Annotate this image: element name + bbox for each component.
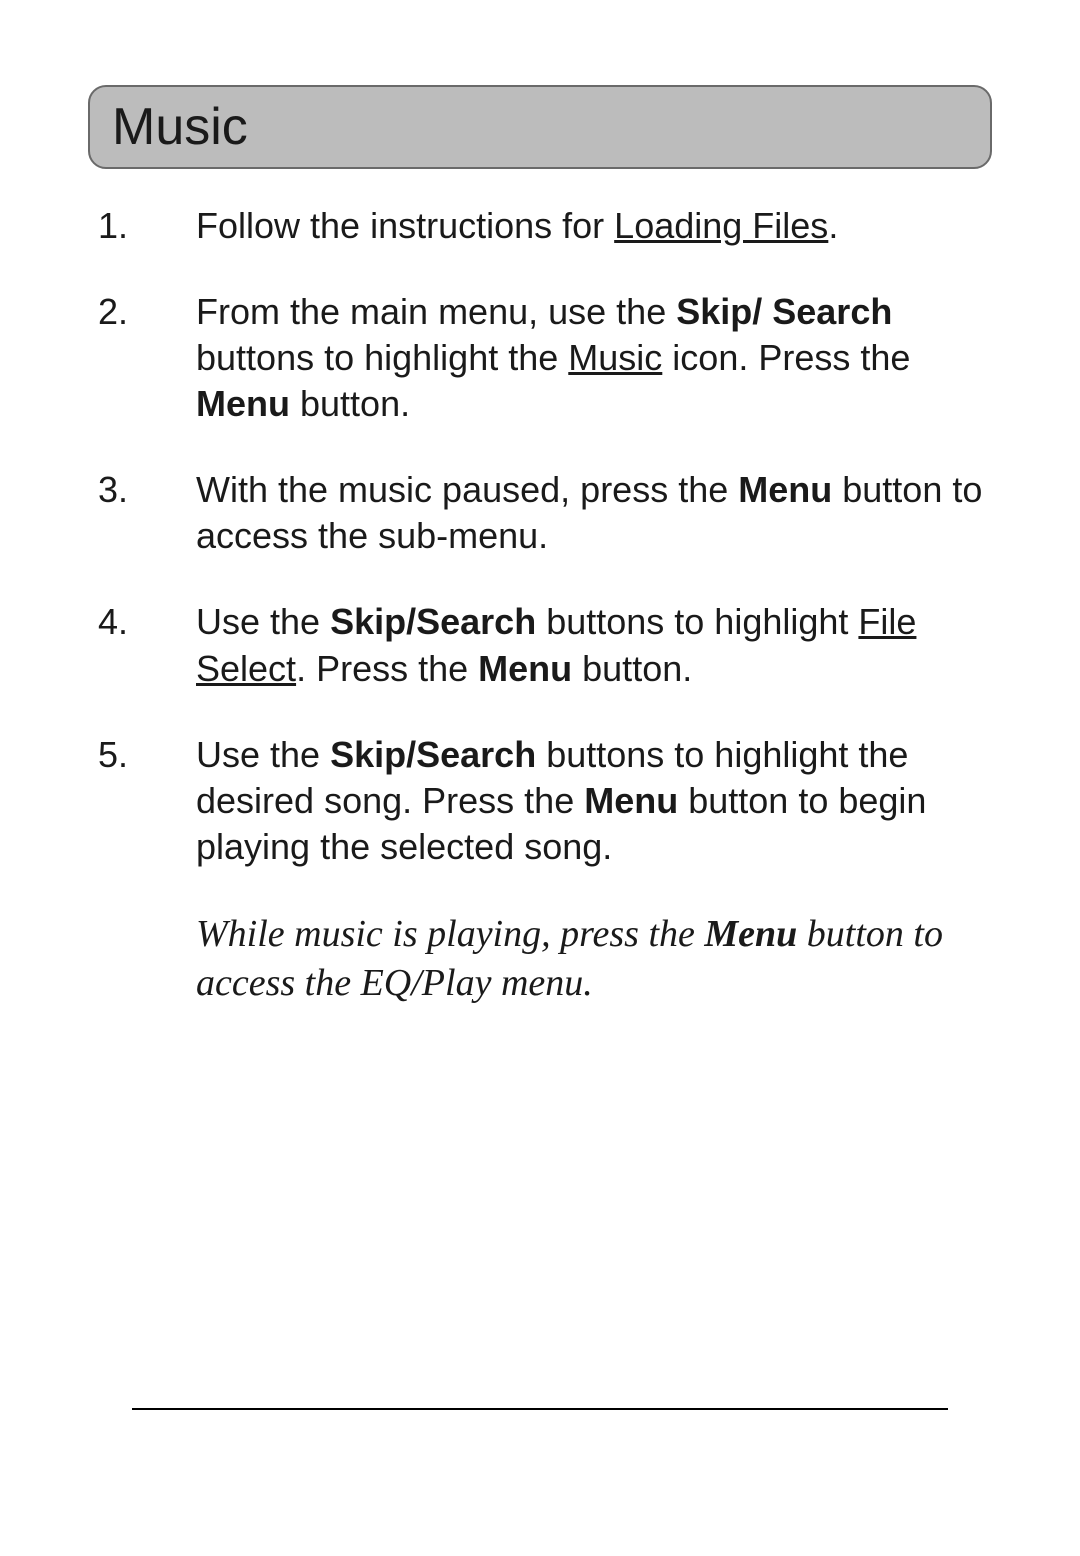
step-text-bold: Menu <box>738 469 832 510</box>
step-text-bold: Skip/Search <box>330 601 536 642</box>
step-text: icon. Press the <box>662 337 910 378</box>
step-text: From the main menu, use the <box>196 291 676 332</box>
step-text-underline: Music <box>568 337 662 378</box>
step-text: Use the <box>196 734 330 775</box>
step-text-underline: Loading Files <box>614 205 828 246</box>
instruction-step: From the main menu, use the Skip/ Search… <box>98 289 992 427</box>
step-text: . Press the <box>296 648 478 689</box>
step-text: button. <box>290 383 410 424</box>
section-header: Music <box>88 85 992 169</box>
step-text-bold: Menu <box>196 383 290 424</box>
instruction-step: Follow the instructions for Loading File… <box>98 203 992 249</box>
instruction-step: Use the Skip/Search buttons to highlight… <box>98 732 992 870</box>
note-text: While music is playing, press the <box>196 913 704 955</box>
step-text: Follow the instructions for <box>196 205 614 246</box>
step-text: Use the <box>196 601 330 642</box>
step-text: buttons to highlight <box>536 601 858 642</box>
note-text-bold: Menu <box>704 913 797 955</box>
step-text: buttons to highlight the <box>196 337 568 378</box>
step-text-bold: Skip/ Search <box>676 291 892 332</box>
footer-divider <box>132 1408 948 1410</box>
instruction-step: With the music paused, press the Menu bu… <box>98 467 992 559</box>
step-text-bold: Skip/Search <box>330 734 536 775</box>
instruction-note: While music is playing, press the Menu b… <box>88 910 992 1009</box>
section-title: Music <box>112 98 248 156</box>
instruction-list: Follow the instructions for Loading File… <box>88 197 992 870</box>
step-text: button. <box>572 648 692 689</box>
step-text: With the music paused, press the <box>196 469 738 510</box>
step-text-bold: Menu <box>584 780 678 821</box>
step-text: . <box>828 205 838 246</box>
instruction-step: Use the Skip/Search buttons to highlight… <box>98 599 992 691</box>
manual-page: Music Follow the instructions for Loadin… <box>0 0 1080 1556</box>
step-text-bold: Menu <box>478 648 572 689</box>
